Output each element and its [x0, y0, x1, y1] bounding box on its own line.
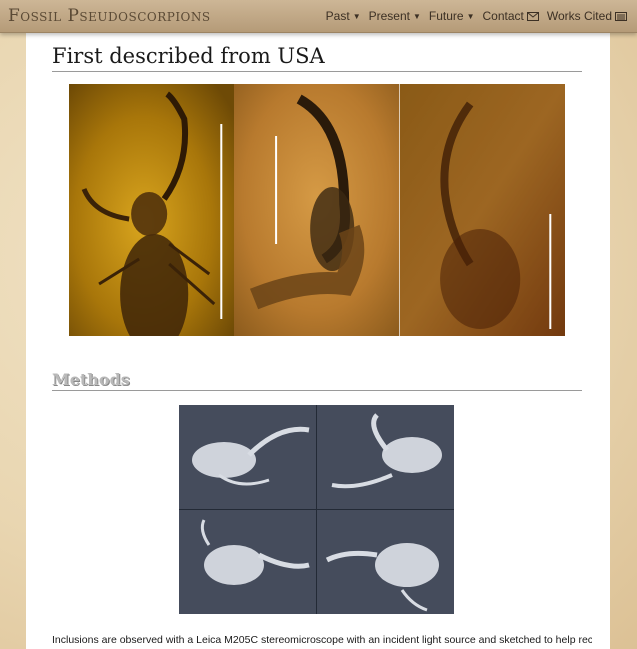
page-title: First described from USA: [52, 44, 582, 72]
ct-view-3: [179, 510, 316, 614]
list-icon: [615, 11, 627, 21]
caret-down-icon: ▼: [412, 11, 421, 21]
nav-present[interactable]: Present ▼: [369, 9, 421, 23]
nav-future-label: Future: [428, 9, 464, 23]
nav-future[interactable]: Future ▼: [429, 9, 475, 23]
nav-past[interactable]: Past ▼: [326, 9, 361, 23]
nav-contact[interactable]: Contact: [483, 9, 539, 23]
ct-view-4: [317, 510, 454, 614]
top-navbar: Fossil Pseudoscorpions Past ▼ Present ▼ …: [0, 0, 637, 33]
nav-present-label: Present: [368, 9, 410, 23]
specimen-photo-1[interactable]: [69, 84, 235, 336]
caret-down-icon: ▼: [466, 11, 475, 21]
ct-scan-grid[interactable]: [179, 405, 454, 614]
specimen-photo-strip: [69, 84, 565, 336]
ct-view-2: [317, 405, 454, 509]
envelope-icon: [526, 11, 539, 21]
caret-down-icon: ▼: [352, 11, 361, 21]
specimen-photo-2[interactable]: [234, 84, 400, 336]
methods-paragraph: Inclusions are observed with a Leica M20…: [52, 634, 592, 646]
nav-past-label: Past: [325, 9, 350, 23]
methods-heading: Methods: [52, 370, 582, 391]
content-panel: First described from USA Methods Inclusi…: [26, 32, 610, 649]
ct-view-1: [179, 405, 316, 509]
specimen-photo-3[interactable]: [399, 84, 565, 336]
nav-menu: Past ▼ Present ▼ Future ▼ Contact Works …: [326, 9, 627, 23]
nav-works-cited-label: Works Cited: [546, 9, 612, 23]
nav-works-cited[interactable]: Works Cited: [547, 9, 627, 23]
site-brand[interactable]: Fossil Pseudoscorpions: [8, 6, 211, 26]
nav-contact-label: Contact: [482, 9, 524, 23]
